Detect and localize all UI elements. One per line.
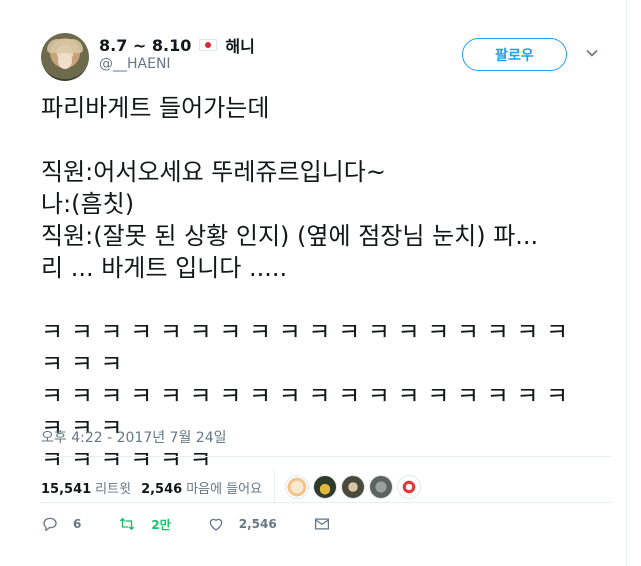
liker-avatar[interactable] <box>369 475 394 499</box>
like-stat-label: 마음에 들어요 <box>186 481 263 497</box>
follow-button[interactable]: 팔로우 <box>462 38 567 71</box>
stats-separator <box>274 470 276 504</box>
reply-action[interactable]: 6 <box>41 515 81 533</box>
chevron-down-icon[interactable] <box>585 46 599 60</box>
reply-count: 6 <box>73 517 82 531</box>
avatar-hat-shape <box>47 39 83 53</box>
retweet-stat[interactable]: 15,541 리트윗 <box>41 478 131 497</box>
like-action[interactable]: 2,546 <box>207 515 277 533</box>
liker-avatar[interactable] <box>397 475 422 499</box>
retweet-icon[interactable] <box>117 515 137 533</box>
like-count: 2,546 <box>238 517 277 531</box>
liker-avatars <box>285 475 422 499</box>
liker-avatar[interactable] <box>285 475 310 499</box>
envelope-icon[interactable] <box>313 515 331 533</box>
liker-avatar[interactable] <box>341 475 366 499</box>
reply-icon[interactable] <box>41 515 59 533</box>
avatar-face-shape <box>58 53 72 69</box>
author-name-row[interactable]: 8.7 ~ 8.10 해니 <box>99 33 255 57</box>
tweet-card: 8.7 ~ 8.10 해니 @__HAENI 팔로우 파리바게트 들어가는데 직… <box>0 0 627 566</box>
author-avatar[interactable] <box>41 33 89 81</box>
scrollbar[interactable] <box>627 0 641 566</box>
divider-bottom <box>41 502 611 503</box>
author-handle[interactable]: @__HAENI <box>99 56 171 72</box>
tweet-text: 파리바게트 들어가는데 직원:어서오세요 뚜레쥬르입니다~ 나:(흠칫) 직원:… <box>41 94 569 474</box>
tweet-actions: 6 2만 2,546 <box>41 515 381 533</box>
divider-top <box>41 456 611 457</box>
author-name-part1[interactable]: 8.7 ~ 8.10 <box>99 36 191 55</box>
japan-flag-icon <box>199 39 218 51</box>
heart-icon[interactable] <box>207 515 225 533</box>
tweet-stats: 15,541 리트윗 2,546 마음에 들어요 <box>41 470 422 504</box>
liker-avatar[interactable] <box>313 475 338 499</box>
tweet-timestamp[interactable]: 오후 4:22 - 2017년 7월 24일 <box>41 427 227 447</box>
retweet-count: 2만 <box>151 517 171 532</box>
dm-action[interactable] <box>313 515 345 533</box>
retweet-stat-label: 리트윗 <box>95 481 132 497</box>
like-stat[interactable]: 2,546 마음에 들어요 <box>141 478 262 497</box>
author-name-part2[interactable]: 해니 <box>225 33 254 57</box>
retweet-stat-count: 15,541 <box>41 481 92 497</box>
like-stat-count: 2,546 <box>141 481 183 497</box>
retweet-action[interactable]: 2만 <box>117 515 171 533</box>
